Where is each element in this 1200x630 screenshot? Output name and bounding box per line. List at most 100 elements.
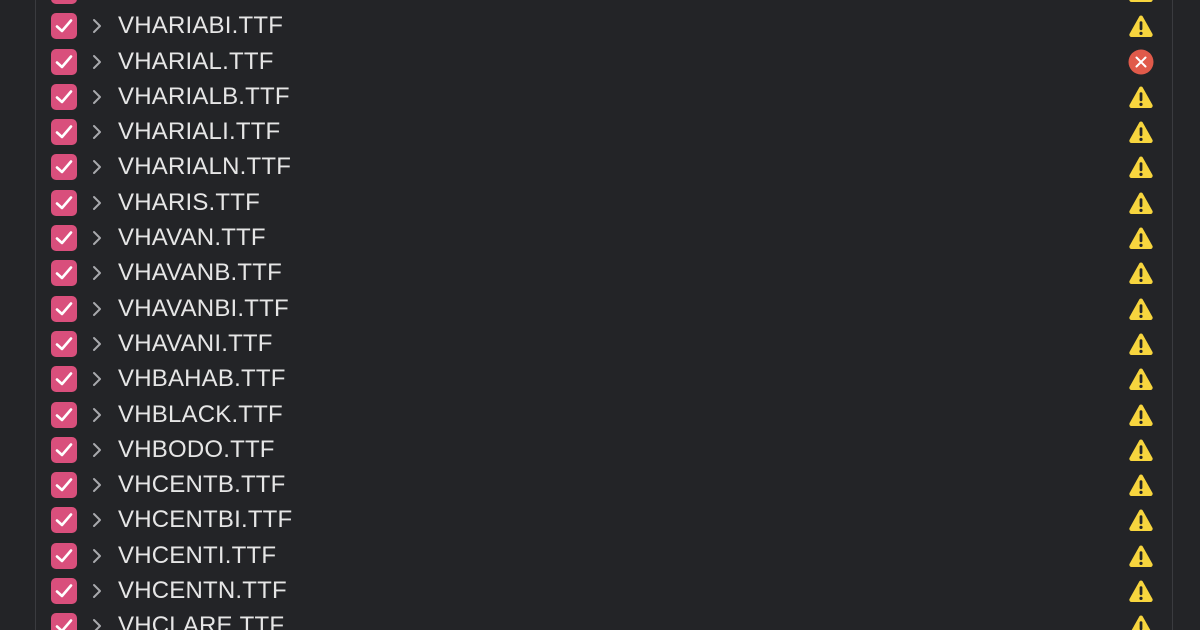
warning-icon: [1128, 366, 1154, 392]
font-file-row[interactable]: VHCLARE.TTF: [0, 608, 1200, 630]
checkmark-icon: [55, 443, 73, 457]
warning-icon: [1128, 190, 1154, 216]
warning-icon: [1128, 578, 1154, 604]
chevron-right-icon[interactable]: [91, 230, 103, 246]
warning-icon: [1128, 154, 1154, 180]
chevron-right-icon[interactable]: [91, 195, 103, 211]
chevron-right-icon[interactable]: [91, 124, 103, 140]
chevron-right-icon[interactable]: [91, 159, 103, 175]
checkbox-checked[interactable]: [51, 542, 77, 569]
font-file-row[interactable]: VHBAHAB.TTF: [0, 361, 1200, 396]
checkbox-checked[interactable]: [51, 225, 77, 252]
font-file-name: VHARIALN.TTF: [118, 153, 292, 181]
checkbox-checked[interactable]: [51, 48, 77, 75]
chevron-right-icon[interactable]: [91, 301, 103, 317]
font-file-row[interactable]: [0, 0, 1200, 8]
checkmark-icon: [55, 301, 73, 315]
warning-icon: [1128, 543, 1154, 569]
checkbox-checked[interactable]: [51, 330, 77, 357]
font-file-name: VHBODO.TTF: [118, 435, 275, 463]
warning-icon: [1128, 472, 1154, 498]
checkbox-checked[interactable]: [51, 295, 77, 322]
font-file-row[interactable]: VHARIALN.TTF: [0, 149, 1200, 184]
checkmark-icon: [55, 90, 73, 104]
checkmark-icon: [55, 195, 73, 210]
checkbox-checked[interactable]: [51, 401, 77, 428]
checkbox-checked[interactable]: [51, 507, 77, 534]
font-file-name: VHCENTI.TTF: [118, 541, 277, 569]
chevron-right-icon[interactable]: [91, 512, 103, 528]
checkmark-icon: [55, 337, 73, 351]
font-file-name: VHAVANB.TTF: [118, 259, 282, 287]
font-file-name: VHCENTBI.TTF: [118, 506, 293, 534]
warning-icon: [1128, 260, 1154, 286]
chevron-right-icon[interactable]: [91, 618, 103, 630]
checkbox-checked[interactable]: [51, 472, 77, 499]
font-file-row[interactable]: VHARIAL.TTF: [0, 44, 1200, 79]
chevron-right-icon[interactable]: [91, 371, 103, 387]
checkmark-icon: [55, 266, 73, 280]
checkbox-checked[interactable]: [51, 189, 77, 216]
font-file-row[interactable]: VHARIALB.TTF: [0, 79, 1200, 114]
chevron-right-icon[interactable]: [91, 265, 103, 281]
checkbox-checked[interactable]: [51, 13, 77, 40]
checkbox-checked[interactable]: [51, 154, 77, 181]
chevron-right-icon[interactable]: [91, 442, 103, 458]
font-file-row[interactable]: VHARIABI.TTF: [0, 8, 1200, 43]
font-file-row[interactable]: VHCENTB.TTF: [0, 467, 1200, 502]
chevron-right-icon[interactable]: [91, 89, 103, 105]
font-file-row[interactable]: VHBODO.TTF: [0, 432, 1200, 467]
checkbox-checked[interactable]: [51, 0, 77, 4]
font-file-row[interactable]: VHCENTN.TTF: [0, 573, 1200, 608]
font-file-name: VHAVANI.TTF: [118, 329, 273, 357]
checkbox-checked[interactable]: [51, 613, 77, 630]
warning-icon: [1128, 13, 1154, 39]
checkmark-icon: [55, 513, 73, 527]
checkmark-icon: [55, 19, 73, 33]
checkmark-icon: [55, 619, 73, 630]
font-file-name: VHARIS.TTF: [118, 188, 261, 216]
warning-icon: [1128, 331, 1154, 357]
font-file-name: VHARIAL.TTF: [118, 47, 274, 75]
checkmark-icon: [55, 125, 73, 139]
warning-icon: [1128, 402, 1154, 428]
font-file-row[interactable]: VHBLACK.TTF: [0, 397, 1200, 432]
warning-icon: [1128, 507, 1154, 533]
chevron-right-icon[interactable]: [91, 54, 103, 70]
font-file-list[interactable]: VHARIABI.TTF VHARIAL.TTF VHARIALB.TTF VH…: [0, 0, 1200, 630]
font-file-row[interactable]: VHAVANBI.TTF: [0, 291, 1200, 326]
chevron-right-icon[interactable]: [91, 18, 103, 34]
chevron-right-icon[interactable]: [91, 477, 103, 493]
checkbox-checked[interactable]: [51, 83, 77, 110]
font-file-row[interactable]: VHARIS.TTF: [0, 185, 1200, 220]
warning-icon: [1128, 613, 1154, 630]
chevron-right-icon[interactable]: [91, 336, 103, 352]
font-file-name: VHARIABI.TTF: [118, 12, 284, 40]
error-icon: [1128, 49, 1154, 75]
font-file-name: VHARIALB.TTF: [118, 82, 290, 110]
checkbox-checked[interactable]: [51, 119, 77, 146]
chevron-right-icon[interactable]: [91, 407, 103, 423]
font-file-name: VHCENTN.TTF: [118, 577, 287, 605]
font-file-row[interactable]: VHAVANI.TTF: [0, 326, 1200, 361]
checkbox-checked[interactable]: [51, 366, 77, 393]
checkbox-checked[interactable]: [51, 436, 77, 463]
checkbox-checked[interactable]: [51, 260, 77, 287]
checkbox-checked[interactable]: [51, 578, 77, 605]
font-file-row[interactable]: VHARIALI.TTF: [0, 114, 1200, 149]
font-file-row[interactable]: VHCENTI.TTF: [0, 538, 1200, 573]
font-file-row[interactable]: VHCENTBI.TTF: [0, 502, 1200, 537]
checkmark-icon: [55, 372, 73, 386]
font-file-name: VHARIALI.TTF: [118, 118, 281, 146]
chevron-right-icon[interactable]: [91, 583, 103, 599]
warning-icon: [1128, 0, 1154, 4]
font-file-row[interactable]: VHAVAN.TTF: [0, 220, 1200, 255]
font-file-name: VHAVANBI.TTF: [118, 294, 289, 322]
checkmark-icon: [55, 231, 73, 245]
warning-icon: [1128, 119, 1154, 145]
font-file-row[interactable]: VHAVANB.TTF: [0, 255, 1200, 290]
warning-icon: [1128, 225, 1154, 251]
font-file-name: VHBLACK.TTF: [118, 400, 283, 428]
chevron-right-icon[interactable]: [91, 548, 103, 564]
checkmark-icon: [55, 160, 73, 174]
